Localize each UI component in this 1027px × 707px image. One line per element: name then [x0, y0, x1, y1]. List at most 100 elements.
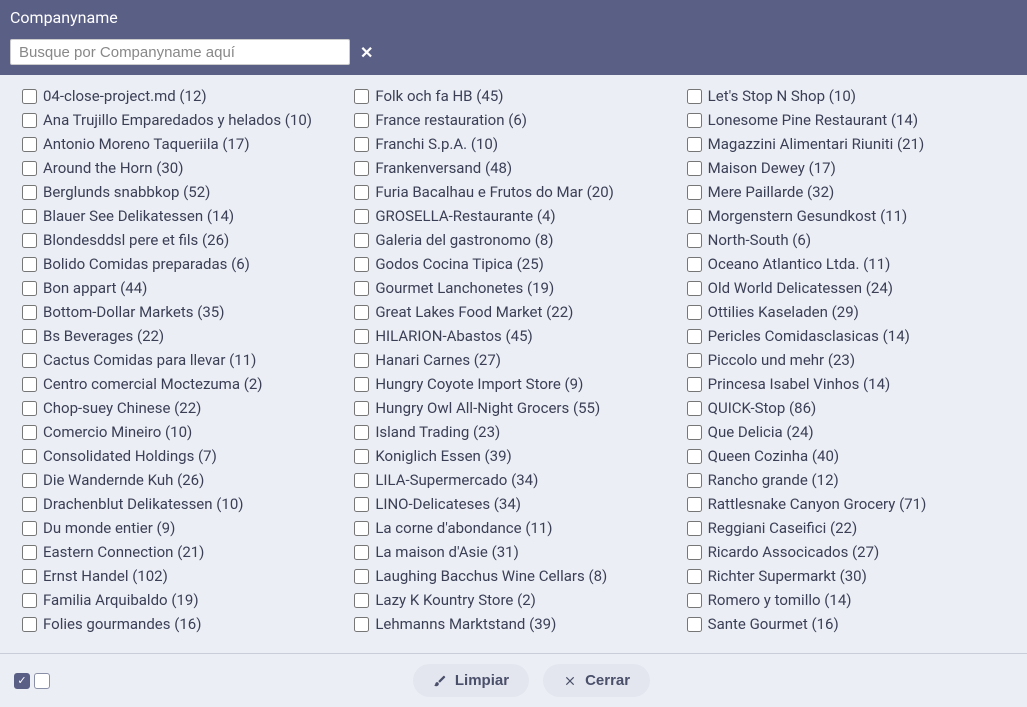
select-all-checkbox[interactable]: ✓	[14, 673, 30, 689]
filter-option-checkbox[interactable]	[22, 209, 37, 224]
filter-option-checkbox[interactable]	[22, 329, 37, 344]
filter-option-checkbox[interactable]	[22, 521, 37, 536]
filter-option-checkbox[interactable]	[687, 209, 702, 224]
filter-option[interactable]: Bottom-Dollar Markets (35)	[22, 303, 344, 322]
filter-option-checkbox[interactable]	[687, 545, 702, 560]
filter-option-label[interactable]: Antonio Moreno Taqueriila (17)	[43, 135, 250, 154]
filter-option-label[interactable]: Piccolo und mehr (23)	[708, 351, 855, 370]
filter-option[interactable]: Lazy K Kountry Store (2)	[354, 591, 676, 610]
filter-option-label[interactable]: Eastern Connection (21)	[43, 543, 204, 562]
filter-option[interactable]: Magazzini Alimentari Riuniti (21)	[687, 135, 1009, 154]
filter-option-checkbox[interactable]	[354, 185, 369, 200]
filter-option-checkbox[interactable]	[354, 449, 369, 464]
filter-option-checkbox[interactable]	[22, 257, 37, 272]
filter-option-label[interactable]: Maison Dewey (17)	[708, 159, 836, 178]
filter-option-checkbox[interactable]	[22, 89, 37, 104]
clear-button[interactable]: Limpiar	[413, 664, 529, 697]
filter-option[interactable]: HILARION-Abastos (45)	[354, 327, 676, 346]
filter-option[interactable]: Hanari Carnes (27)	[354, 351, 676, 370]
filter-option-checkbox[interactable]	[687, 353, 702, 368]
filter-option[interactable]: Eastern Connection (21)	[22, 543, 344, 562]
filter-option-label[interactable]: Blondesddsl pere et fils (26)	[43, 231, 229, 250]
filter-option-checkbox[interactable]	[22, 593, 37, 608]
filter-option-label[interactable]: Familia Arquibaldo (19)	[43, 591, 199, 610]
filter-option[interactable]: La corne d'abondance (11)	[354, 519, 676, 538]
filter-option-checkbox[interactable]	[22, 617, 37, 632]
filter-option[interactable]: Berglunds snabbkop (52)	[22, 183, 344, 202]
filter-option-checkbox[interactable]	[354, 593, 369, 608]
filter-option-checkbox[interactable]	[22, 281, 37, 296]
filter-option-label[interactable]: GROSELLA-Restaurante (4)	[375, 207, 555, 226]
filter-option-checkbox[interactable]	[354, 305, 369, 320]
filter-option-label[interactable]: LINO-Delicateses (34)	[375, 495, 521, 514]
filter-option[interactable]: Hungry Owl All-Night Grocers (55)	[354, 399, 676, 418]
filter-option[interactable]: Comercio Mineiro (10)	[22, 423, 344, 442]
filter-option[interactable]: Pericles Comidasclasicas (14)	[687, 327, 1009, 346]
filter-option[interactable]: GROSELLA-Restaurante (4)	[354, 207, 676, 226]
filter-option[interactable]: Que Delicia (24)	[687, 423, 1009, 442]
search-input[interactable]	[10, 39, 350, 65]
filter-option-label[interactable]: HILARION-Abastos (45)	[375, 327, 532, 346]
filter-option-label[interactable]: Folies gourmandes (16)	[43, 615, 201, 634]
filter-option-label[interactable]: Bolido Comidas preparadas (6)	[43, 255, 250, 274]
filter-option-label[interactable]: Princesa Isabel Vinhos (14)	[708, 375, 891, 394]
filter-option[interactable]: Maison Dewey (17)	[687, 159, 1009, 178]
filter-option-label[interactable]: Around the Horn (30)	[43, 159, 183, 178]
filter-option-label[interactable]: Rattlesnake Canyon Grocery (71)	[708, 495, 927, 514]
filter-option-label[interactable]: Romero y tomillo (14)	[708, 591, 852, 610]
filter-option[interactable]: Let's Stop N Shop (10)	[687, 87, 1009, 106]
filter-option-label[interactable]: Gourmet Lanchonetes (19)	[375, 279, 554, 298]
filter-option[interactable]: Sante Gourmet (16)	[687, 615, 1009, 634]
filter-option-label[interactable]: Lehmanns Marktstand (39)	[375, 615, 556, 634]
filter-option[interactable]: Folk och fa HB (45)	[354, 87, 676, 106]
filter-option-checkbox[interactable]	[687, 617, 702, 632]
filter-option-label[interactable]: Die Wandernde Kuh (26)	[43, 471, 204, 490]
filter-option[interactable]: Die Wandernde Kuh (26)	[22, 471, 344, 490]
filter-option-label[interactable]: Bottom-Dollar Markets (35)	[43, 303, 224, 322]
filter-option[interactable]: Antonio Moreno Taqueriila (17)	[22, 135, 344, 154]
filter-option-checkbox[interactable]	[22, 161, 37, 176]
filter-option-checkbox[interactable]	[354, 233, 369, 248]
filter-option-checkbox[interactable]	[354, 89, 369, 104]
filter-option-checkbox[interactable]	[354, 137, 369, 152]
filter-option-checkbox[interactable]	[354, 569, 369, 584]
filter-option-label[interactable]: Old World Delicatessen (24)	[708, 279, 893, 298]
filter-option[interactable]: Rancho grande (12)	[687, 471, 1009, 490]
filter-option[interactable]: Drachenblut Delikatessen (10)	[22, 495, 344, 514]
filter-option[interactable]: Blondesddsl pere et fils (26)	[22, 231, 344, 250]
filter-option-label[interactable]: 04-close-project.md (12)	[43, 87, 207, 106]
filter-option[interactable]: Romero y tomillo (14)	[687, 591, 1009, 610]
filter-option-checkbox[interactable]	[687, 137, 702, 152]
filter-option-label[interactable]: Godos Cocina Tipica (25)	[375, 255, 544, 274]
filter-option-checkbox[interactable]	[687, 521, 702, 536]
filter-option[interactable]: Princesa Isabel Vinhos (14)	[687, 375, 1009, 394]
filter-option[interactable]: LILA-Supermercado (34)	[354, 471, 676, 490]
filter-option-label[interactable]: Blauer See Delikatessen (14)	[43, 207, 234, 226]
filter-option-label[interactable]: Sante Gourmet (16)	[708, 615, 839, 634]
filter-option-checkbox[interactable]	[687, 593, 702, 608]
filter-option[interactable]: Ottilies Kaseladen (29)	[687, 303, 1009, 322]
filter-option-label[interactable]: Hungry Owl All-Night Grocers (55)	[375, 399, 600, 418]
filter-option[interactable]: Bs Beverages (22)	[22, 327, 344, 346]
filter-option-checkbox[interactable]	[354, 425, 369, 440]
filter-option-label[interactable]: Ana Trujillo Emparedados y helados (10)	[43, 111, 312, 130]
filter-option[interactable]: Ernst Handel (102)	[22, 567, 344, 586]
filter-option[interactable]: Blauer See Delikatessen (14)	[22, 207, 344, 226]
filter-option[interactable]: Franchi S.p.A. (10)	[354, 135, 676, 154]
filter-option-label[interactable]: Mere Paillarde (32)	[708, 183, 835, 202]
filter-option-label[interactable]: Que Delicia (24)	[708, 423, 814, 442]
filter-option[interactable]: Queen Cozinha (40)	[687, 447, 1009, 466]
filter-option-label[interactable]: Great Lakes Food Market (22)	[375, 303, 573, 322]
filter-option-checkbox[interactable]	[22, 137, 37, 152]
filter-option[interactable]: Old World Delicatessen (24)	[687, 279, 1009, 298]
filter-option-checkbox[interactable]	[354, 401, 369, 416]
filter-option[interactable]: Ricardo Associcados (27)	[687, 543, 1009, 562]
filter-option[interactable]: LINO-Delicateses (34)	[354, 495, 676, 514]
filter-option-checkbox[interactable]	[354, 113, 369, 128]
filter-option-checkbox[interactable]	[687, 329, 702, 344]
filter-option-label[interactable]: QUICK-Stop (86)	[708, 399, 817, 418]
filter-option-checkbox[interactable]	[354, 377, 369, 392]
filter-option-label[interactable]: Furia Bacalhau e Frutos do Mar (20)	[375, 183, 614, 202]
filter-option[interactable]: Galeria del gastronomo (8)	[354, 231, 676, 250]
filter-option-label[interactable]: Chop-suey Chinese (22)	[43, 399, 201, 418]
